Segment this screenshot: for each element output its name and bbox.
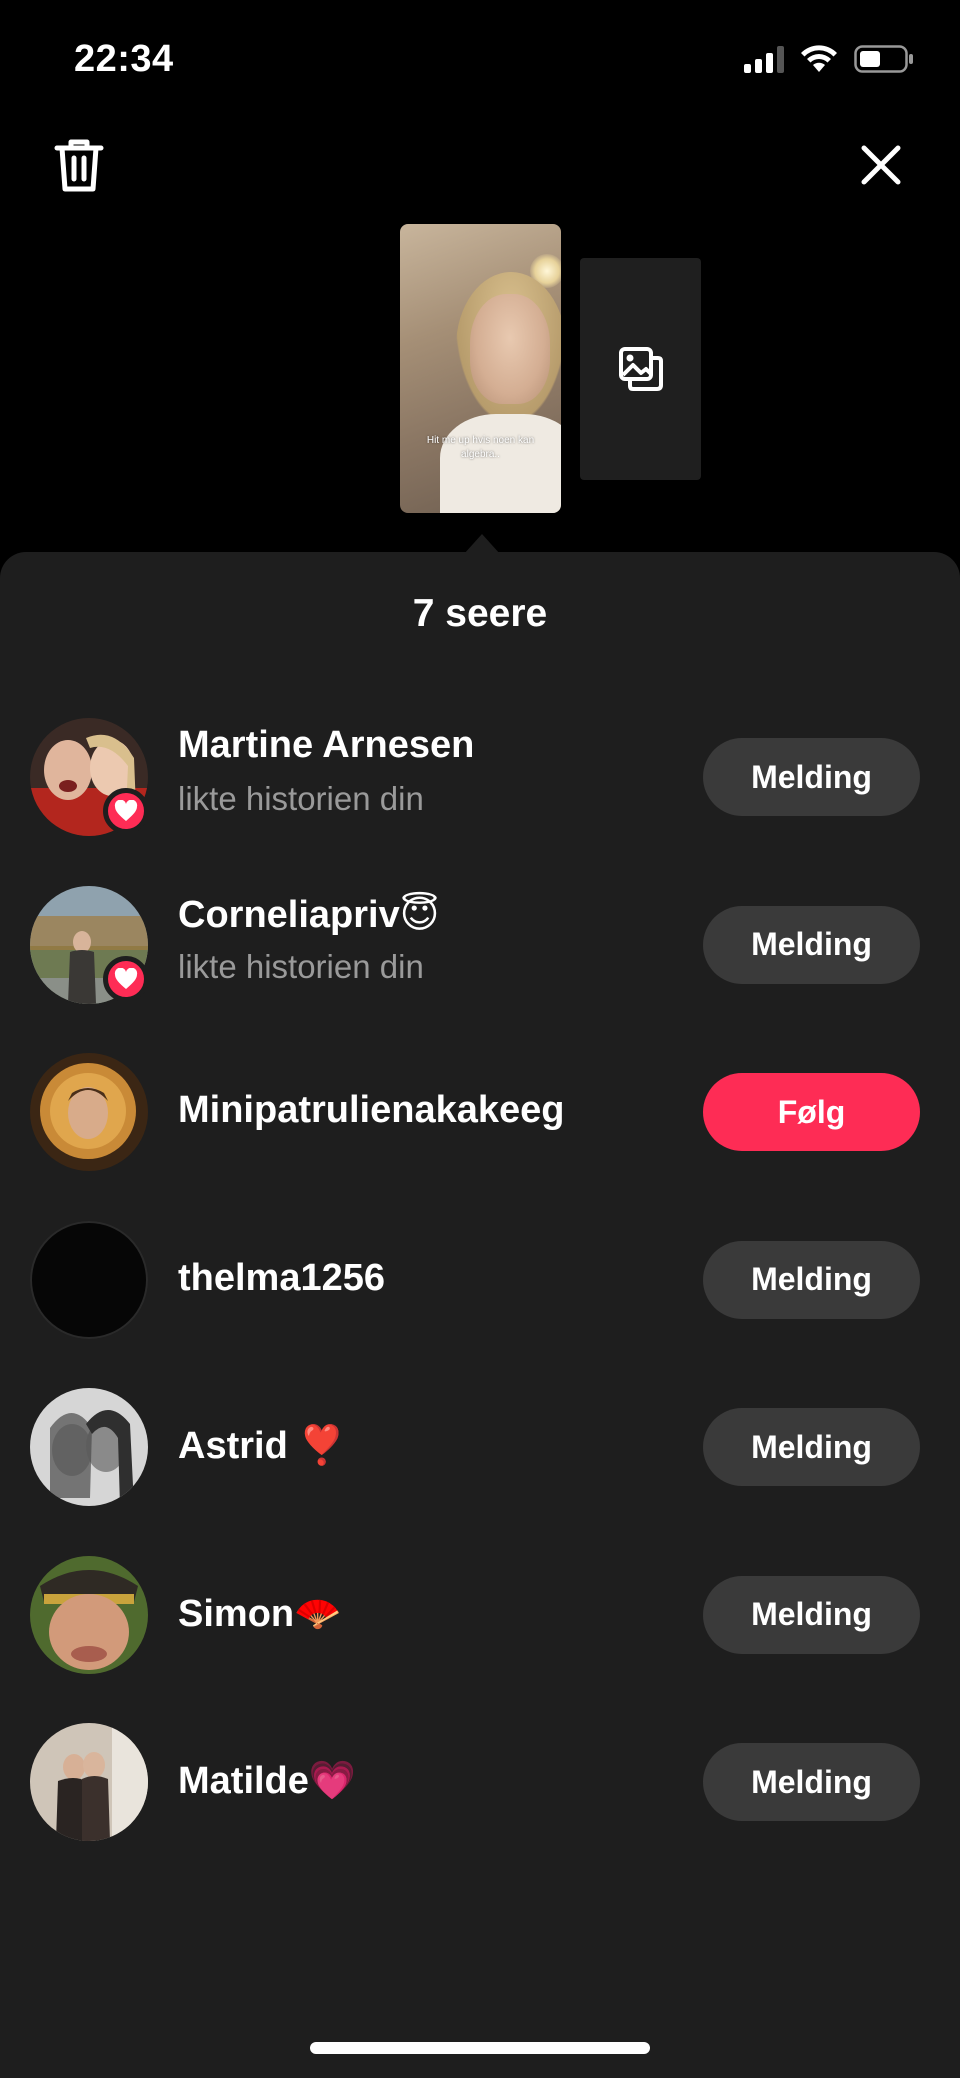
like-badge (103, 955, 149, 1002)
wifi-icon (801, 45, 837, 72)
avatar[interactable] (30, 1555, 148, 1674)
story-thumbnail[interactable]: Hit me up hvis noen kan algebra.. (400, 224, 561, 513)
battery-icon (854, 45, 913, 73)
viewer-row[interactable]: Astrid ❣️ Melding (0, 1374, 960, 1542)
viewer-name: Astrid ❣️ (178, 1425, 346, 1467)
message-button[interactable]: Melding (703, 1743, 920, 1821)
viewer-row[interactable]: Simon🪭 Melding (0, 1542, 960, 1710)
status-time: 22:34 (74, 38, 174, 80)
viewer-name: thelma1256 (178, 1256, 386, 1299)
viewer-name: Martine Arnesen (178, 724, 475, 766)
viewer-row[interactable]: thelma1256 Melding (0, 1207, 960, 1375)
delete-story-button[interactable] (44, 130, 114, 200)
heart-icon (114, 967, 138, 989)
viewer-row[interactable]: Martine Arnesen likte historien din Meld… (0, 704, 960, 872)
viewer-name: Corneliapriv😇 (178, 893, 440, 936)
add-story-button[interactable] (580, 258, 701, 480)
message-button[interactable]: Melding (703, 1408, 920, 1486)
status-icons (744, 44, 914, 74)
viewer-name: Simon🪭 (178, 1592, 342, 1635)
viewer-activity: likte historien din (178, 780, 424, 817)
viewer-name: Minipatrulienakakeeg (178, 1089, 565, 1131)
viewer-row[interactable]: Minipatrulienakakeeg Følg (0, 1039, 960, 1207)
avatar[interactable] (30, 1220, 148, 1339)
viewer-row[interactable]: Corneliapriv😇 likte historien din Meldin… (0, 872, 960, 1040)
message-button[interactable]: Melding (703, 905, 920, 984)
story-image-face (470, 294, 550, 404)
close-button[interactable] (846, 130, 916, 200)
viewer-row[interactable]: Matilde💗 Melding (0, 1709, 960, 1877)
viewers-count-title: 7 seere (412, 592, 548, 635)
add-photo-icon (618, 347, 663, 391)
viewer-list: Martine Arnesen likte historien din Meld… (0, 704, 960, 1877)
follow-button[interactable]: Følg (703, 1073, 920, 1151)
story-image-shirt (440, 414, 561, 513)
like-badge (103, 788, 149, 834)
heart-icon (114, 800, 138, 821)
close-icon (861, 145, 901, 185)
trash-icon (54, 139, 104, 192)
message-button[interactable]: Melding (703, 1575, 920, 1654)
cellular-signal-icon (744, 45, 784, 73)
sheet-pointer (464, 534, 500, 554)
message-button[interactable]: Melding (703, 738, 920, 816)
story-caption: Hit me up hvis noen kan algebra.. (426, 435, 535, 460)
avatar[interactable] (30, 1723, 148, 1841)
viewer-activity: likte historien din (178, 947, 424, 985)
avatar[interactable] (30, 1053, 148, 1171)
home-indicator[interactable] (310, 2042, 650, 2054)
message-button[interactable]: Melding (703, 1240, 920, 1319)
avatar[interactable] (30, 1388, 148, 1506)
status-bar: 22:34 (0, 0, 960, 120)
viewers-sheet: 7 seere Martine Arnesen likte historien … (0, 552, 960, 2078)
viewer-name: Matilde💗 (178, 1760, 357, 1802)
